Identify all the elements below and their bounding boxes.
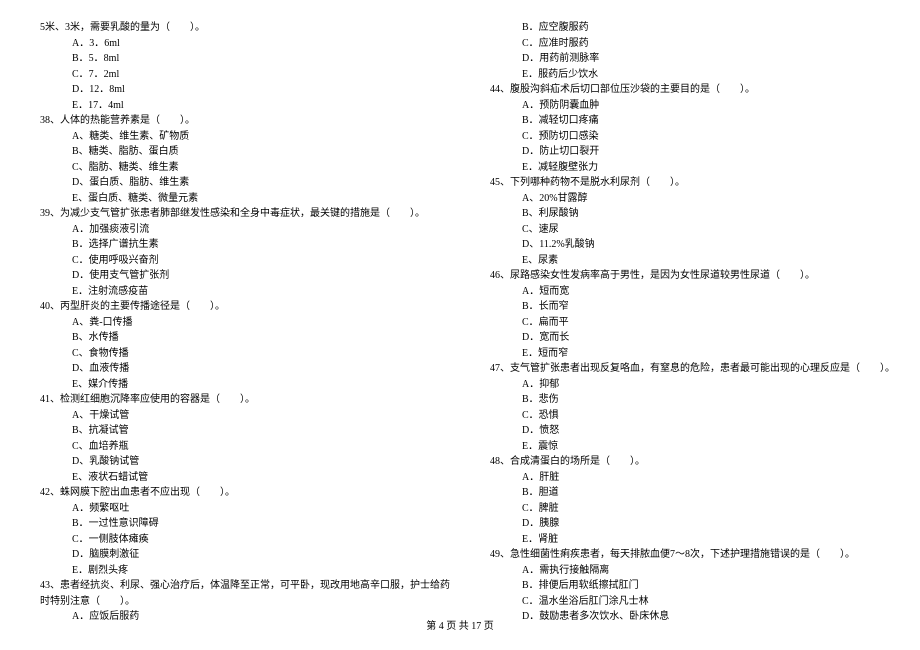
option-line: B．长而窄 (490, 299, 895, 315)
question-line: 5米、3米，需要乳酸的量为（ ）。 (40, 20, 450, 36)
option-line: E、蛋白质、糖类、微量元素 (40, 191, 450, 207)
option-line: D．防止切口裂开 (490, 144, 895, 160)
question-line: 48、合成清蛋白的场所是（ ）。 (490, 454, 895, 470)
option-line: C．应准时服药 (490, 36, 895, 52)
left-column: 5米、3米，需要乳酸的量为（ ）。A．3．6mlB．5．8mlC．7．2mlD．… (40, 20, 450, 610)
option-line: E．服药后少饮水 (490, 67, 895, 83)
question-line: 40、丙型肝炎的主要传播途径是（ ）。 (40, 299, 450, 315)
option-line: C、血培养瓶 (40, 439, 450, 455)
option-line: A．抑郁 (490, 377, 895, 393)
option-line: C、速尿 (490, 222, 895, 238)
option-line: B．排便后用软纸擦拭肛门 (490, 578, 895, 594)
option-line: E．注射流感疫苗 (40, 284, 450, 300)
option-line: A．短而宽 (490, 284, 895, 300)
option-line: B、水传播 (40, 330, 450, 346)
option-line: C．一侧肢体瘫痪 (40, 532, 450, 548)
option-line: C、脂肪、糖类、维生素 (40, 160, 450, 176)
option-line: A．需执行接触隔离 (490, 563, 895, 579)
question-line: 时特别注意（ ）。 (40, 594, 450, 610)
question-line: 43、患者经抗炎、利尿、强心治疗后，体温降至正常，可平卧，现改用地高辛口服，护士… (40, 578, 450, 594)
option-line: E．肾脏 (490, 532, 895, 548)
option-line: A、糖类、维生素、矿物质 (40, 129, 450, 145)
option-line: C、食物传播 (40, 346, 450, 362)
option-line: E、液状石蜡试管 (40, 470, 450, 486)
option-line: A、干燥试管 (40, 408, 450, 424)
option-line: D．使用支气管扩张剂 (40, 268, 450, 284)
option-line: D、乳酸钠试管 (40, 454, 450, 470)
option-line: D、血液传播 (40, 361, 450, 377)
option-line: C．脾脏 (490, 501, 895, 517)
option-line: B、糖类、脂肪、蛋白质 (40, 144, 450, 160)
option-line: C．使用呼吸兴奋剂 (40, 253, 450, 269)
option-line: E、媒介传播 (40, 377, 450, 393)
option-line: B．胆道 (490, 485, 895, 501)
option-line: C．预防切口感染 (490, 129, 895, 145)
option-line: B．悲伤 (490, 392, 895, 408)
option-line: B．5．8ml (40, 51, 450, 67)
option-line: E．短而窄 (490, 346, 895, 362)
option-line: B．选择广谱抗生素 (40, 237, 450, 253)
option-line: E．震惊 (490, 439, 895, 455)
option-line: D．用药前测脉率 (490, 51, 895, 67)
option-line: E．17．4ml (40, 98, 450, 114)
option-line: B．减轻切口疼痛 (490, 113, 895, 129)
question-line: 45、下列哪种药物不是脱水利尿剂（ ）。 (490, 175, 895, 191)
option-line: A．肝脏 (490, 470, 895, 486)
question-line: 42、蛛网膜下腔出血患者不应出现（ ）。 (40, 485, 450, 501)
question-line: 39、为减少支气管扩张患者肺部继发性感染和全身中毒症状，最关键的措施是（ ）。 (40, 206, 450, 222)
option-line: D、蛋白质、脂肪、维生素 (40, 175, 450, 191)
question-line: 44、腹股沟斜疝术后切口部位压沙袋的主要目的是（ ）。 (490, 82, 895, 98)
question-line: 41、检测红细胞沉降率应使用的容器是（ ）。 (40, 392, 450, 408)
option-line: C．恐惧 (490, 408, 895, 424)
option-line: D．愤怒 (490, 423, 895, 439)
option-line: E．剧烈头疼 (40, 563, 450, 579)
option-line: B、利尿酸钠 (490, 206, 895, 222)
right-column: B．应空腹服药C．应准时服药D．用药前测脉率E．服药后少饮水44、腹股沟斜疝术后… (490, 20, 895, 610)
option-line: A．3．6ml (40, 36, 450, 52)
option-line: E．减轻腹壁张力 (490, 160, 895, 176)
option-line: C．扁而平 (490, 315, 895, 331)
question-line: 46、尿路感染女性发病率高于男性，是因为女性尿道较男性尿道（ ）。 (490, 268, 895, 284)
option-line: B、抗凝试管 (40, 423, 450, 439)
option-line: E、尿素 (490, 253, 895, 269)
question-line: 38、人体的热能营养素是（ ）。 (40, 113, 450, 129)
option-line: A、20%甘露醇 (490, 191, 895, 207)
option-line: D、11.2%乳酸钠 (490, 237, 895, 253)
option-line: A．预防阴囊血肿 (490, 98, 895, 114)
page-content: 5米、3米，需要乳酸的量为（ ）。A．3．6mlB．5．8mlC．7．2mlD．… (40, 20, 880, 610)
question-line: 49、急性细菌性痢疾患者，每天排脓血便7～8次，下述护理措施错误的是（ ）。 (490, 547, 895, 563)
question-line: 47、支气管扩张患者出现反复咯血，有窒息的危险，患者最可能出现的心理反应是（ ）… (490, 361, 895, 377)
option-line: A．加强痰液引流 (40, 222, 450, 238)
option-line: C．温水坐浴后肛门涂凡士林 (490, 594, 895, 610)
option-line: C．7．2ml (40, 67, 450, 83)
option-line: D．胰腺 (490, 516, 895, 532)
option-line: A．频繁呕吐 (40, 501, 450, 517)
option-line: B．一过性意识障碍 (40, 516, 450, 532)
option-line: D．宽而长 (490, 330, 895, 346)
option-line: B．应空腹服药 (490, 20, 895, 36)
option-line: D．12．8ml (40, 82, 450, 98)
option-line: A、粪-口传播 (40, 315, 450, 331)
option-line: D．脑膜刺激征 (40, 547, 450, 563)
page-footer: 第 4 页 共 17 页 (0, 617, 920, 632)
